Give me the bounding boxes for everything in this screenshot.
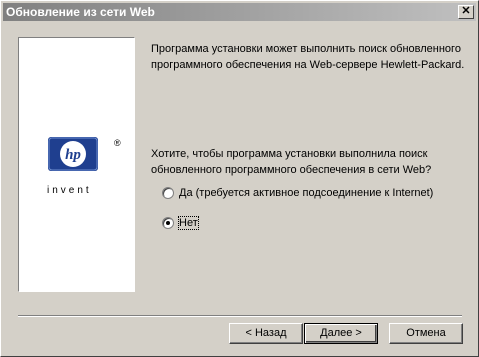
radio-yes-label[interactable]: Да (требуется активное подсоединение к I… [179,187,433,199]
close-icon: ✕ [461,5,471,17]
hp-brand-text: hp [65,147,81,163]
radio-no-label[interactable]: Нет [178,216,199,230]
button-separator [18,315,462,317]
radio-no[interactable]: Нет [162,215,199,231]
radio-yes[interactable]: Да (требуется активное подсоединение к I… [162,185,433,201]
title-bar[interactable]: Обновление из сети Web ✕ [3,3,476,21]
radio-yes-button[interactable] [162,187,174,199]
intro-text: Программа установки может выполнить поис… [151,43,465,71]
hp-logo-icon: hp [48,137,98,171]
question-text: Хотите, чтобы программа установки выполн… [151,148,432,176]
back-button[interactable]: < Назад [229,323,303,344]
installer-dialog: Обновление из сети Web ✕ hp ® invent Про… [0,0,479,357]
registered-mark: ® [114,138,121,148]
logo-tagline: invent [47,185,92,196]
radio-no-button[interactable] [162,217,174,229]
cancel-button[interactable]: Отмена [389,323,463,344]
logo-panel: hp ® invent [18,37,135,292]
window-title: Обновление из сети Web [6,5,155,19]
close-button[interactable]: ✕ [458,5,474,19]
next-button[interactable]: Далее > [304,323,378,344]
